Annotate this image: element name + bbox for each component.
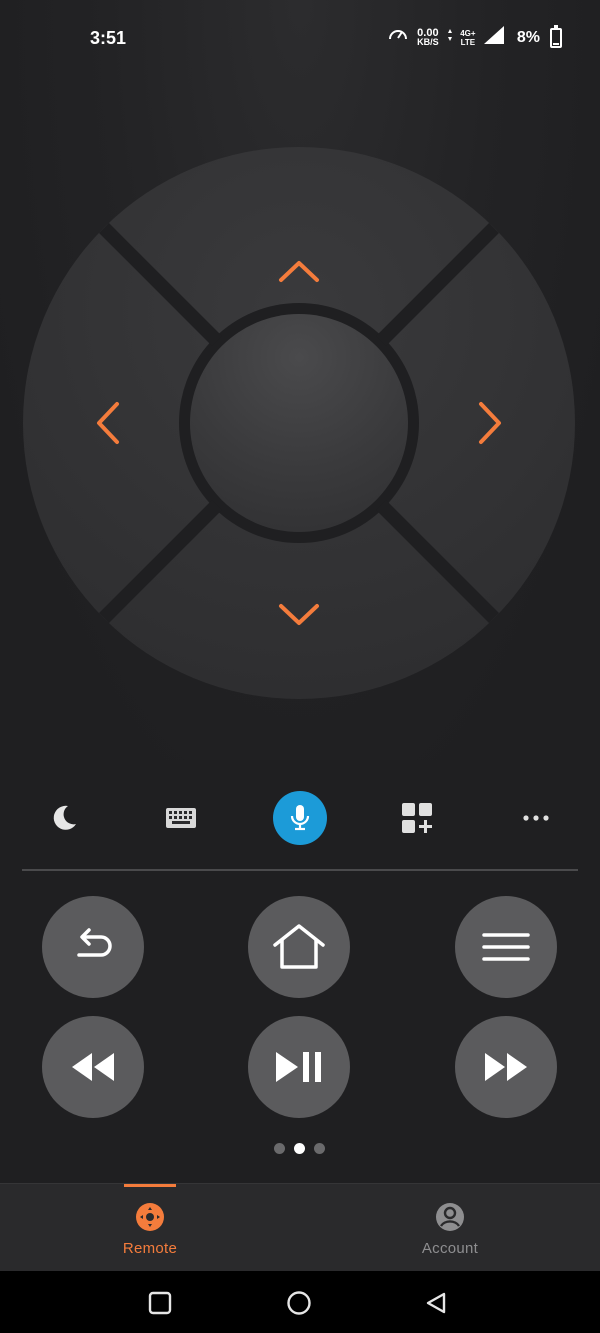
system-nav-bar [0,1271,600,1333]
recents-button[interactable] [146,1289,174,1317]
apps-button[interactable] [387,788,447,848]
page-dot-2[interactable] [294,1143,305,1154]
chevron-up-icon [279,261,319,282]
back-icon [77,928,112,957]
dpad-down-button[interactable] [222,540,376,660]
remote-icon [136,1203,164,1231]
dpad-left-button[interactable] [62,346,182,500]
home-button[interactable] [248,896,350,998]
home-circle-icon [287,1291,311,1315]
status-bar: 3:51 0.00 KB/S 4G+ LTE 8% [0,0,600,78]
battery-percent: 8% [516,28,540,46]
menu-button[interactable] [455,896,557,998]
system-home-button[interactable] [285,1289,313,1317]
recents-icon [148,1291,172,1315]
nav-account-label: Account [421,1240,479,1257]
moon-icon [53,805,76,830]
nav-remote-label: Remote [122,1240,178,1257]
menu-icon [482,933,530,961]
page-dot-3[interactable] [314,1143,325,1154]
system-back-button[interactable] [422,1289,450,1317]
apps-add-icon [402,803,432,833]
page-indicator [274,1143,325,1154]
account-icon [436,1203,464,1231]
fast-forward-button[interactable] [455,1016,557,1118]
status-time: 3:51 [90,28,127,48]
data-arrows-icon [447,28,453,47]
chevron-down-icon [279,604,319,625]
active-tab-indicator [124,1184,176,1187]
nav-remote[interactable]: Remote [50,1184,250,1272]
network-type-bottom: LTE [460,37,476,47]
nav-account[interactable]: Account [350,1184,550,1272]
speedometer-icon [387,24,409,51]
dpad-right-button[interactable] [416,346,536,500]
back-button[interactable] [42,896,144,998]
mic-circle [273,791,327,845]
net-speed-unit: KB/S [417,36,439,47]
sleep-button[interactable] [34,788,94,848]
keyboard-button[interactable] [151,788,211,848]
home-icon [273,924,325,969]
network-type: 4G+ LTE [459,29,477,47]
toolbar [0,780,600,854]
signal-icon [483,25,505,50]
network-type-top: 4G+ [460,28,476,38]
battery-icon [550,24,562,48]
play-pause-button[interactable] [248,1016,350,1118]
voice-button[interactable] [270,788,330,848]
rewind-icon [72,1053,114,1081]
dpad [22,146,576,700]
divider [22,869,578,871]
play-pause-icon [276,1052,321,1082]
status-icons: 0.00 KB/S 4G+ LTE 8% [387,24,562,51]
page-dot-1[interactable] [274,1143,285,1154]
chevron-right-icon [479,402,501,444]
microphone-icon [290,805,310,831]
more-button[interactable] [506,788,566,848]
fast-forward-icon [485,1053,527,1081]
rewind-button[interactable] [42,1016,144,1118]
back-triangle-icon [426,1292,446,1314]
bottom-nav: Remote Account [0,1183,600,1271]
dpad-ok-button[interactable] [190,314,408,532]
chevron-left-icon [97,402,119,444]
keyboard-icon [166,808,196,828]
dpad-up-button[interactable] [222,186,376,306]
net-speed: 0.00 KB/S [415,27,441,47]
more-dots-icon [523,815,549,821]
